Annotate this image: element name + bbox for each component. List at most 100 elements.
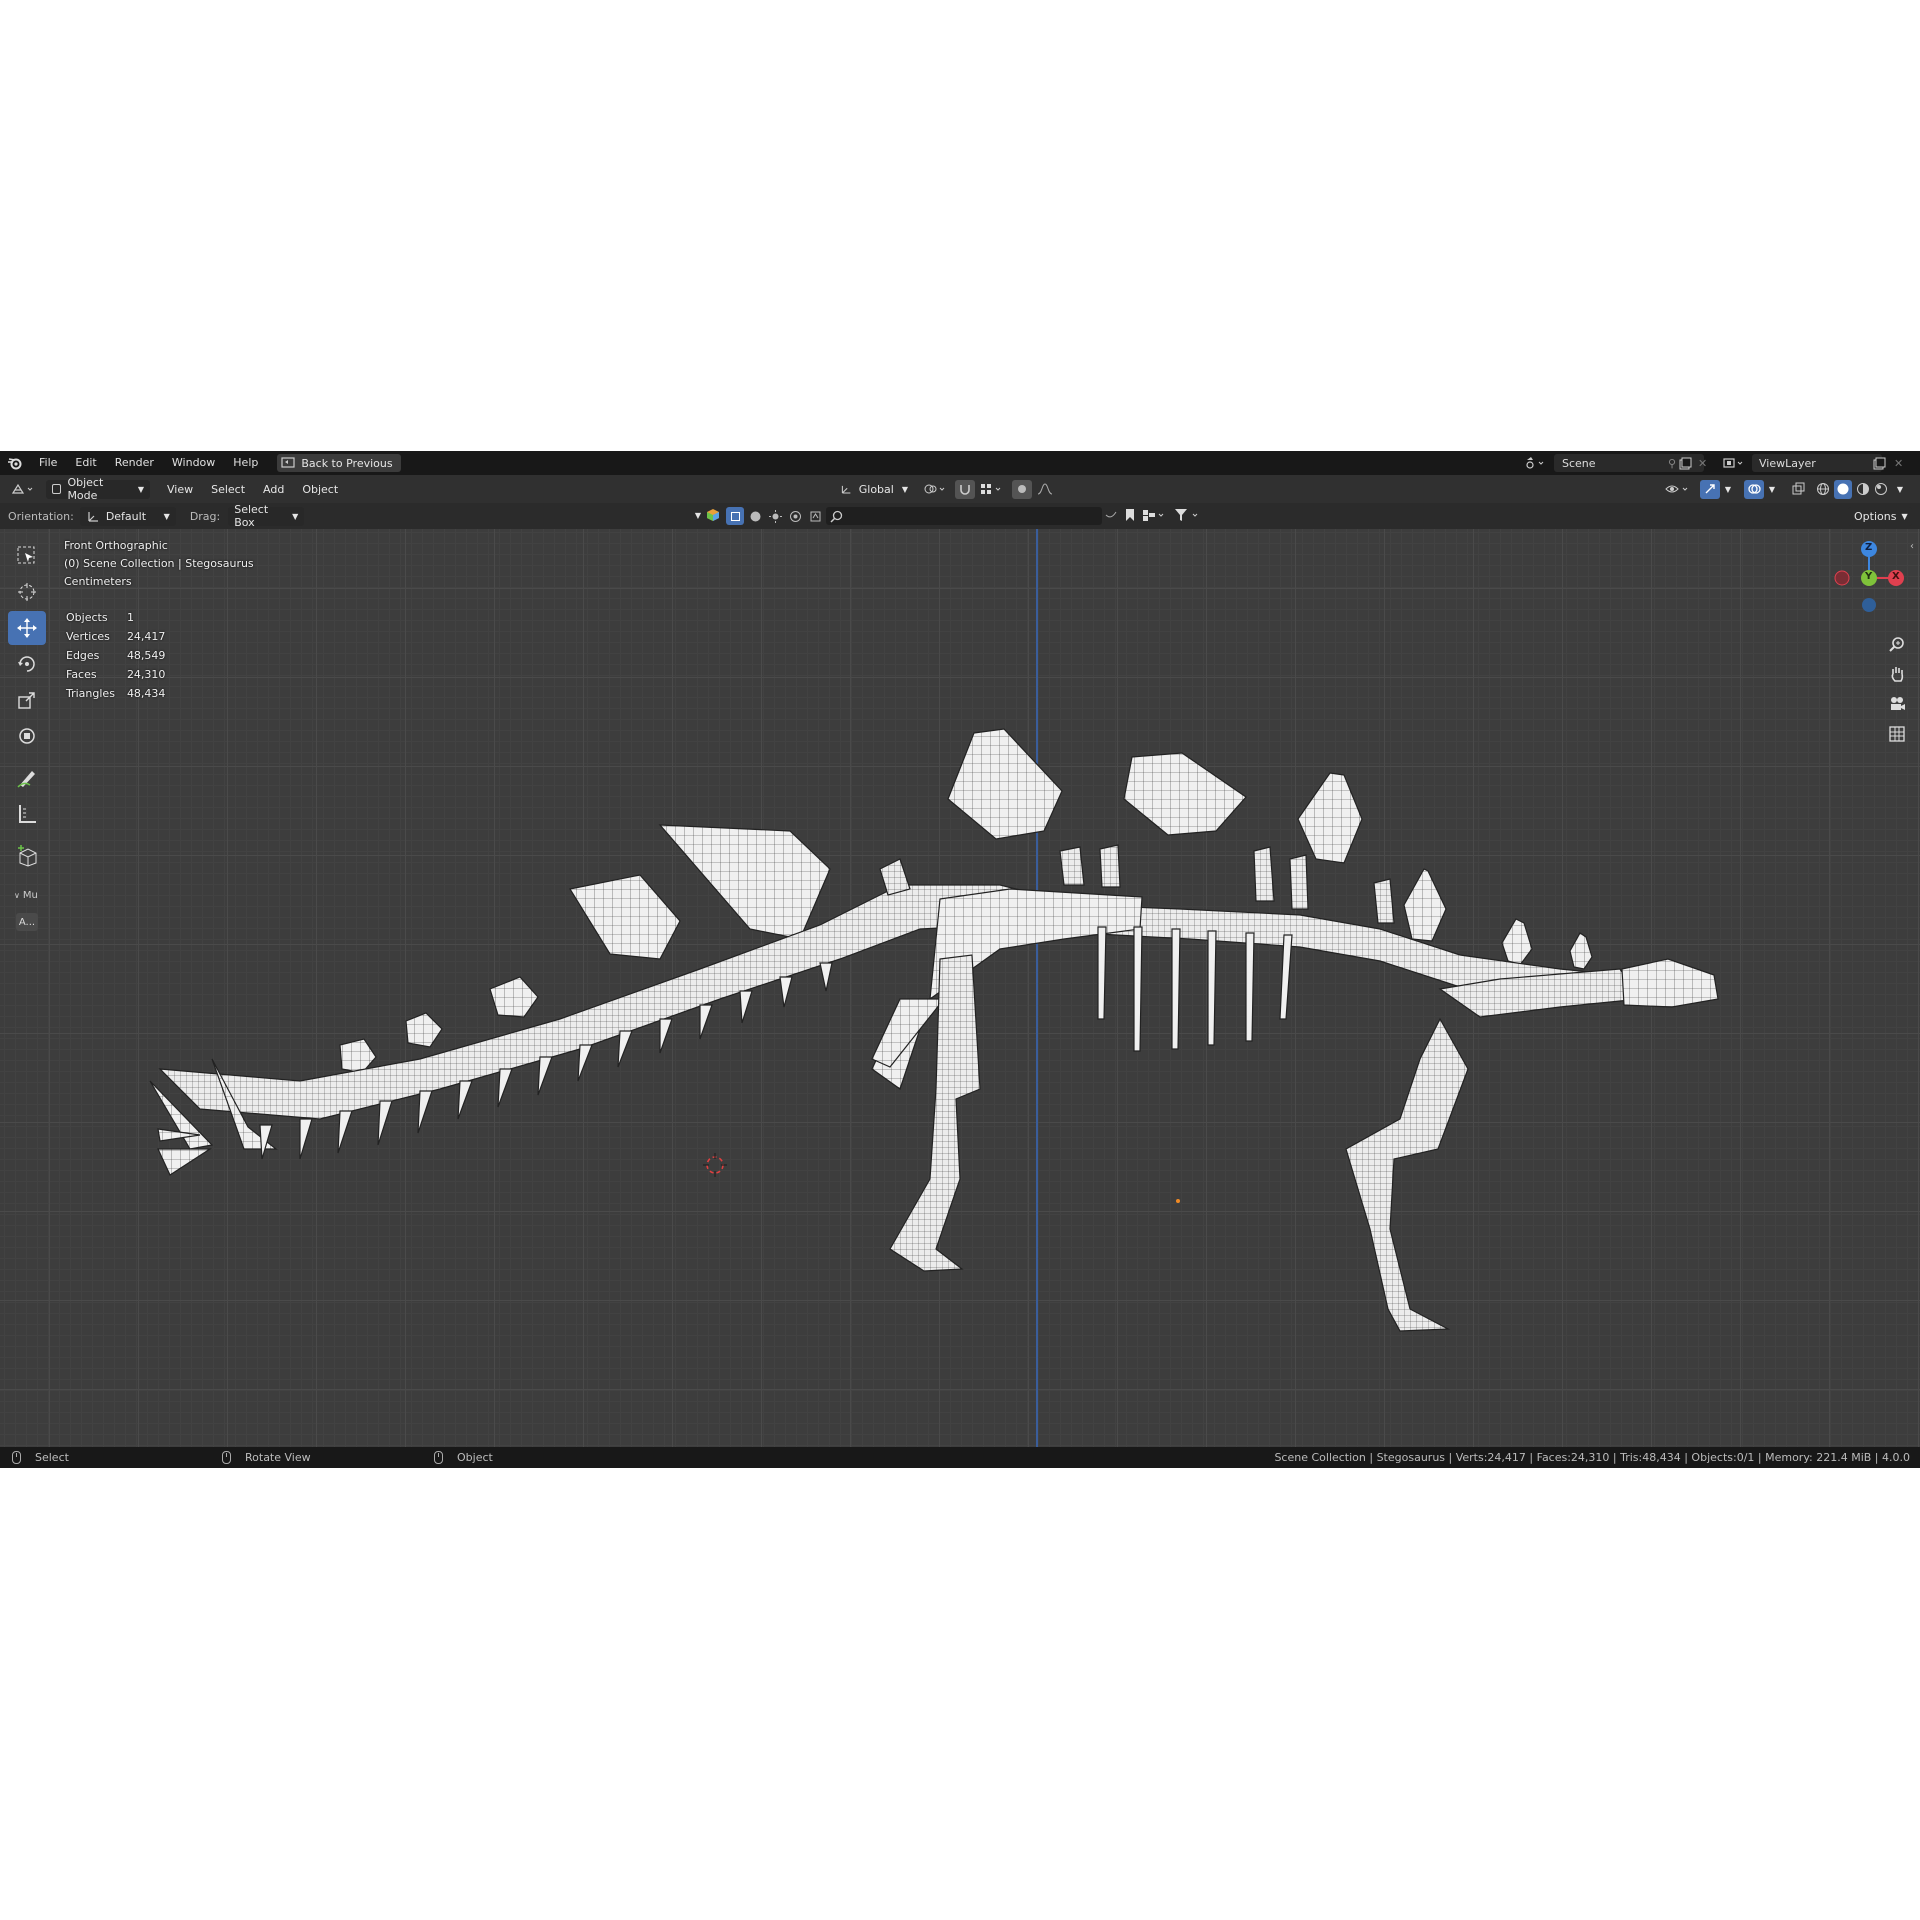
select-box-tool[interactable] [8, 539, 46, 573]
camera-view-icon[interactable] [1884, 691, 1910, 717]
chevron-down-icon[interactable]: ▼ [1720, 480, 1736, 499]
chevron-down-icon: ▼ [137, 484, 144, 494]
plate [947, 728, 1063, 840]
sidebar-toggle-icon[interactable]: ‹ [1910, 541, 1914, 552]
new-view-layer-icon[interactable] [1872, 454, 1890, 472]
pan-hand-icon[interactable] [1884, 661, 1910, 687]
stat-label: Objects [66, 611, 108, 624]
check-icon[interactable] [1104, 508, 1122, 524]
stegosaurus-skeleton-mesh[interactable] [0, 529, 1920, 1447]
bookmark-icon[interactable] [1124, 508, 1140, 524]
ortho-grid-icon[interactable] [1884, 721, 1910, 747]
delete-view-layer-icon[interactable]: ✕ [1894, 454, 1908, 472]
mode-dropdown[interactable]: Object Mode ▼ [46, 476, 150, 502]
stat-value: 48,434 [126, 687, 166, 700]
chevron [537, 1056, 553, 1096]
chevron [739, 990, 753, 1024]
scene-name: Scene [1562, 456, 1596, 470]
3d-viewport[interactable]: ∨ Mu A... Front Orthographic (0) Scene C… [0, 529, 1920, 1447]
new-scene-icon[interactable] [1678, 454, 1696, 472]
status-object-label: Object [457, 1451, 493, 1464]
pin-icon[interactable]: ⚲ [1668, 457, 1676, 470]
pivot-point-icon[interactable] [920, 480, 950, 499]
camera-filter-icon[interactable] [786, 507, 804, 525]
view-layer-icon [1723, 458, 1743, 468]
rib [1171, 928, 1181, 1050]
sort-icon[interactable] [1142, 508, 1170, 524]
stat-label: Faces [66, 668, 97, 681]
snap-target-icon[interactable] [977, 480, 1007, 499]
3d-cursor-icon[interactable] [703, 1153, 727, 1177]
view-layer-selector-button[interactable] [1722, 454, 1752, 472]
transform-tool[interactable] [8, 719, 46, 753]
gizmo-toggle-icon[interactable] [1700, 479, 1720, 499]
menu-add[interactable]: Add [254, 483, 293, 496]
menu-object[interactable]: Object [293, 483, 347, 496]
status-select-hint: Select [12, 1451, 69, 1464]
zoom-icon[interactable] [1884, 631, 1910, 657]
annotate-tool[interactable] [8, 761, 46, 795]
snap-toggle-icon[interactable] [955, 479, 975, 499]
blender-logo-icon[interactable] [0, 451, 30, 475]
move-tool[interactable] [8, 611, 46, 645]
orientation-dropdown[interactable]: Default ▼ [79, 506, 176, 526]
overlays-toggle-icon[interactable] [1744, 479, 1764, 499]
falloff-icon[interactable] [1034, 480, 1060, 499]
front-leg [1345, 1017, 1469, 1332]
light-filter-icon[interactable] [766, 507, 784, 525]
gizmo-z-label: Z [1865, 542, 1873, 553]
rendered-shading-icon[interactable] [1872, 480, 1890, 499]
menu-select[interactable]: Select [202, 483, 254, 496]
orientation-icon [841, 485, 851, 494]
editor-type-icon[interactable] [8, 480, 40, 499]
navigation-gizmo[interactable]: Z Y X [1826, 535, 1912, 621]
menu-edit[interactable]: Edit [66, 451, 105, 475]
drag-value: Select Box [234, 503, 269, 529]
xray-toggle-icon[interactable] [1788, 480, 1808, 499]
add-cube-tool[interactable] [8, 839, 46, 873]
chevron [259, 1124, 273, 1160]
delete-scene-icon[interactable]: ✕ [1698, 454, 1712, 472]
material-shading-icon[interactable] [1854, 480, 1872, 499]
object-color-icon[interactable] [706, 508, 722, 524]
wireframe-shading-icon[interactable] [1814, 480, 1832, 499]
curve-filter-icon[interactable] [746, 507, 764, 525]
measure-tool[interactable] [8, 797, 46, 831]
plate [1569, 932, 1593, 970]
view-layer-name-field[interactable]: ViewLayer [1752, 454, 1882, 472]
cursor-tool[interactable] [8, 575, 46, 609]
mouse-middle-icon [222, 1451, 231, 1464]
options-dropdown[interactable]: Options ▼ [1848, 506, 1912, 526]
blender-window: File Edit Render Window Help Back to Pre… [0, 451, 1920, 1468]
view-name: Front Orthographic [64, 539, 168, 552]
proportional-editing-icon[interactable] [1012, 479, 1032, 499]
menu-window[interactable]: Window [163, 451, 224, 475]
back-to-previous-button[interactable]: Back to Previous [277, 454, 401, 472]
menu-help[interactable]: Help [224, 451, 267, 475]
stat-label: Triangles [66, 687, 115, 700]
collapsed-panel-button[interactable]: A... [16, 913, 38, 931]
menu-file[interactable]: File [30, 451, 66, 475]
menu-render[interactable]: Render [106, 451, 163, 475]
scale-tool[interactable] [8, 683, 46, 717]
chevron-down-icon[interactable]: ▼ [690, 506, 706, 525]
chevron-down-icon[interactable]: ▼ [1892, 480, 1908, 499]
solid-shading-icon[interactable] [1834, 479, 1852, 499]
transform-orientation-dropdown[interactable]: Global ▼ [834, 480, 914, 499]
mesh-filter-icon[interactable] [726, 507, 744, 525]
visibility-icon[interactable] [1662, 480, 1694, 499]
chevron [699, 1004, 713, 1040]
drag-dropdown[interactable]: Select Box ▼ [228, 503, 305, 529]
menu-view[interactable]: View [158, 483, 202, 496]
other-filter-icon[interactable] [806, 507, 824, 525]
orientation-value: Default [105, 509, 147, 523]
collapsed-panel-header[interactable]: ∨ Mu [8, 885, 48, 905]
scene-icon [1526, 457, 1544, 469]
filter-search-input[interactable] [826, 507, 1102, 525]
chevron-down-icon: ▼ [163, 511, 170, 521]
rib [1097, 926, 1107, 1020]
rotate-tool[interactable] [8, 647, 46, 681]
filter-icon[interactable] [1174, 508, 1204, 524]
rib [1279, 934, 1293, 1020]
chevron-down-icon[interactable]: ▼ [1764, 480, 1780, 499]
